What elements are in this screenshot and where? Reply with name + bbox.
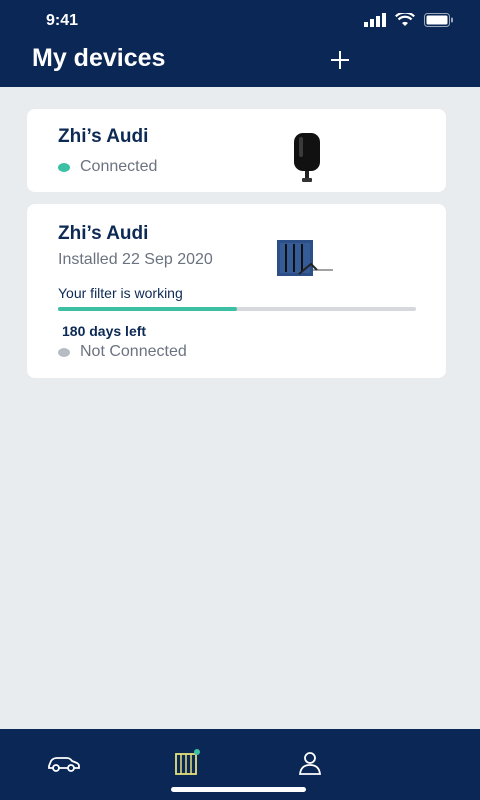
filter-device-image	[277, 240, 333, 276]
wifi-icon	[395, 13, 415, 26]
tab-vehicles[interactable]	[43, 747, 83, 779]
tab-profile[interactable]	[290, 747, 330, 779]
device-name: Zhi’s Audi	[58, 223, 149, 244]
filter-progress-fill	[58, 307, 237, 311]
status-text: Connected	[80, 158, 158, 175]
page-title: My devices	[32, 44, 166, 72]
tab-devices[interactable]	[166, 747, 206, 779]
status-time: 9:41	[46, 12, 79, 29]
status-text: Not Connected	[80, 343, 187, 360]
plus-icon	[331, 51, 349, 69]
add-device-button[interactable]	[326, 46, 354, 74]
header: 9:41 My devices	[0, 0, 480, 87]
filter-icon	[175, 749, 200, 775]
battery-icon	[424, 13, 453, 27]
filter-status: Your filter is working	[58, 285, 183, 301]
dongle-device-image	[294, 133, 320, 182]
filter-progress-bar	[58, 307, 416, 311]
days-left: 180 days left	[62, 323, 147, 339]
install-date: Installed 22 Sep 2020	[58, 251, 213, 268]
user-icon	[298, 752, 322, 775]
device-card[interactable]: Zhi’s Audi Installed 22 Sep 2020 Your fi…	[27, 204, 446, 378]
notification-badge	[194, 749, 200, 755]
connection-status: Connected	[58, 158, 157, 176]
car-icon	[48, 757, 80, 772]
connection-status: Not Connected	[58, 343, 187, 361]
status-dot	[58, 162, 70, 172]
device-name: Zhi’s Audi	[58, 126, 149, 147]
device-card[interactable]: Zhi’s Audi Connected	[27, 109, 446, 192]
home-indicator	[171, 787, 306, 792]
status-dot	[58, 347, 70, 357]
signal-icon	[364, 13, 386, 27]
status-icons	[364, 13, 454, 27]
